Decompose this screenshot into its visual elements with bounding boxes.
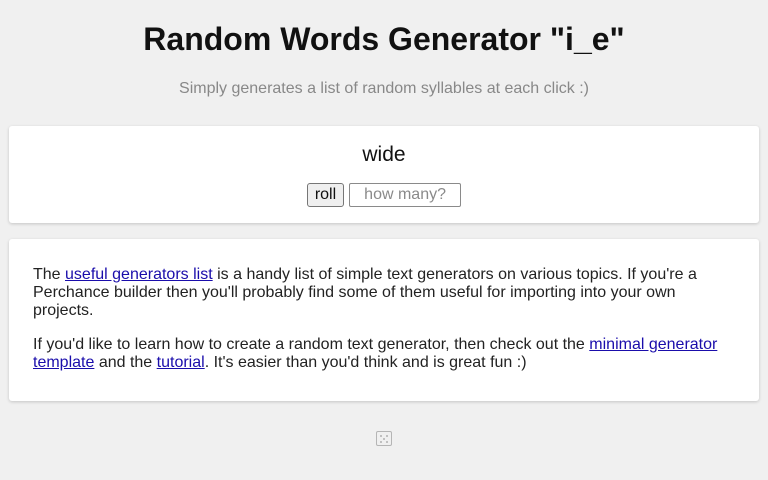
roll-button[interactable]: roll xyxy=(306,183,345,207)
page: Random Words Generator "i_e" Simply gene… xyxy=(0,0,768,480)
info-p2-middle: and the xyxy=(94,354,157,371)
info-paragraph-2: If you'd like to learn how to create a r… xyxy=(33,336,733,372)
useful-generators-link[interactable]: useful generators list xyxy=(65,266,213,283)
info-p2-suffix: . It's easier than you'd think and is gr… xyxy=(204,354,527,371)
page-title: Random Words Generator "i_e" xyxy=(143,21,625,57)
tutorial-link[interactable]: tutorial xyxy=(157,354,205,371)
info-p1-prefix: The xyxy=(33,266,66,283)
info-paragraph-1: The useful generators list is a handy li… xyxy=(33,266,733,320)
count-input[interactable] xyxy=(349,183,462,207)
dice-icon[interactable] xyxy=(376,431,392,446)
page-subtitle: Simply generates a list of random syllab… xyxy=(179,80,589,97)
generator-output: wide xyxy=(362,143,406,166)
info-text: The useful generators list is a handy li… xyxy=(33,266,733,388)
generator-controls: roll xyxy=(0,183,768,207)
info-p2-prefix: If you'd like to learn how to create a r… xyxy=(33,336,590,353)
generator-card xyxy=(9,126,759,223)
